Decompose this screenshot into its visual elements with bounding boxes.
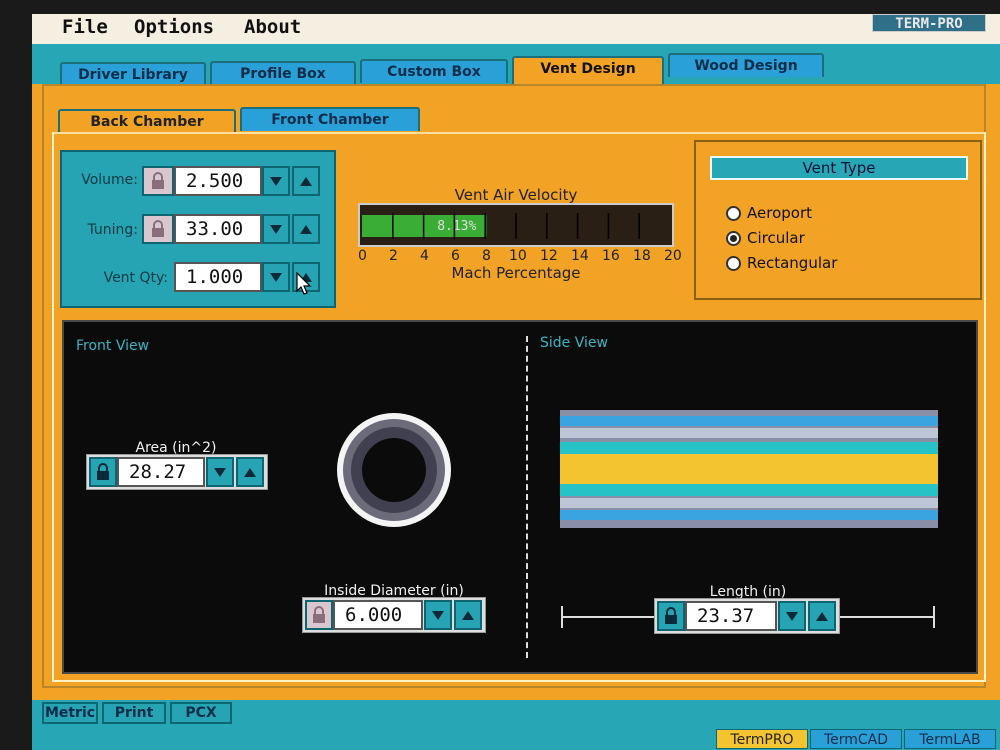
diameter-lock-icon[interactable] — [305, 600, 333, 630]
vent-qty-label: Vent Qty: — [103, 270, 168, 286]
tuning-lock-icon[interactable] — [142, 214, 174, 244]
radio-rectangular[interactable]: Rectangular — [726, 254, 837, 272]
radio-aeroport-button[interactable] — [726, 205, 741, 221]
vent-qty-input[interactable]: 1.000 — [174, 262, 262, 292]
radio-circular[interactable]: Circular — [726, 229, 805, 247]
volume-input[interactable]: 2.500 — [174, 166, 262, 196]
front-view-title: Front View — [76, 338, 150, 354]
gauge-tick-label: 2 — [389, 248, 398, 264]
gauge-axis-label: Mach Percentage — [451, 264, 581, 282]
tuning-input[interactable]: 33.00 — [174, 214, 262, 244]
print-button[interactable]: Print — [102, 702, 166, 724]
vent-side-tube — [560, 410, 938, 528]
menu-options[interactable]: Options — [134, 16, 214, 38]
radio-aeroport-label: Aeroport — [747, 204, 812, 222]
tab-driver-library[interactable]: Driver Library — [60, 62, 206, 86]
radio-rectangular-label: Rectangular — [747, 254, 838, 272]
diameter-up-arrow-icon[interactable] — [454, 600, 482, 630]
area-lock-icon[interactable] — [89, 457, 117, 487]
radio-aeroport[interactable]: Aeroport — [726, 204, 812, 222]
vent-velocity-gauge: 8.13% — [358, 203, 674, 247]
menu-file[interactable]: File — [62, 16, 108, 38]
length-up-arrow-icon[interactable] — [808, 601, 836, 631]
tuning-label: Tuning: — [87, 222, 138, 238]
tab-front-chamber[interactable]: Front Chamber — [240, 107, 420, 131]
vent-type-title: Vent Type — [710, 156, 968, 180]
gauge-tick-label: 4 — [420, 248, 429, 264]
gauge-grid — [392, 213, 640, 239]
area-down-arrow-icon[interactable] — [206, 457, 234, 487]
vent-qty-down-arrow-icon[interactable] — [262, 262, 290, 292]
pcx-button[interactable]: PCX — [170, 702, 232, 724]
radio-circular-button[interactable] — [726, 230, 741, 246]
gauge-tick-label: 12 — [540, 248, 558, 264]
app-tab-termlab[interactable]: TermLAB — [904, 729, 996, 749]
gauge-tick-label: 10 — [509, 248, 527, 264]
tab-custom-box[interactable]: Custom Box — [360, 59, 508, 83]
radio-circular-label: Circular — [747, 229, 805, 247]
gauge-tick-label: 6 — [451, 248, 460, 264]
metric-button[interactable]: Metric — [42, 702, 98, 724]
area-input[interactable]: 28.27 — [117, 457, 205, 487]
length-input[interactable]: 23.37 — [685, 601, 777, 631]
menu-about[interactable]: About — [244, 16, 301, 38]
brand-logo: TERM-PRO — [872, 14, 986, 32]
vent-front-ring — [337, 413, 451, 527]
tab-profile-box[interactable]: Profile Box — [210, 61, 356, 85]
volume-label: Volume: — [81, 172, 138, 188]
gauge-tick-label: 0 — [358, 248, 367, 264]
volume-up-arrow-icon[interactable] — [292, 166, 320, 196]
area-up-arrow-icon[interactable] — [236, 457, 264, 487]
app-tab-termpro[interactable]: TermPRO — [716, 729, 808, 749]
tab-vent-design[interactable]: Vent Design — [512, 56, 664, 86]
app-tab-termcad[interactable]: TermCAD — [810, 729, 902, 749]
volume-lock-icon[interactable] — [142, 166, 174, 196]
tab-wood-design[interactable]: Wood Design — [668, 53, 824, 77]
diameter-input[interactable]: 6.000 — [333, 600, 423, 630]
radio-rectangular-button[interactable] — [726, 255, 741, 271]
tab-back-chamber[interactable]: Back Chamber — [58, 109, 236, 133]
gauge-title: Vent Air Velocity — [454, 186, 578, 204]
mouse-cursor-icon — [296, 272, 312, 295]
side-view-title: Side View — [540, 335, 608, 351]
tuning-down-arrow-icon[interactable] — [262, 214, 290, 244]
gauge-tick-label: 20 — [664, 248, 682, 264]
gauge-tick-label: 18 — [633, 248, 651, 264]
diameter-down-arrow-icon[interactable] — [424, 600, 452, 630]
view-divider — [526, 336, 528, 658]
gauge-tick-label: 14 — [571, 248, 589, 264]
length-lock-icon[interactable] — [657, 601, 685, 631]
length-down-arrow-icon[interactable] — [778, 601, 806, 631]
gauge-tick-label: 16 — [602, 248, 620, 264]
gauge-tick-label: 8 — [482, 248, 491, 264]
tuning-up-arrow-icon[interactable] — [292, 214, 320, 244]
volume-down-arrow-icon[interactable] — [262, 166, 290, 196]
